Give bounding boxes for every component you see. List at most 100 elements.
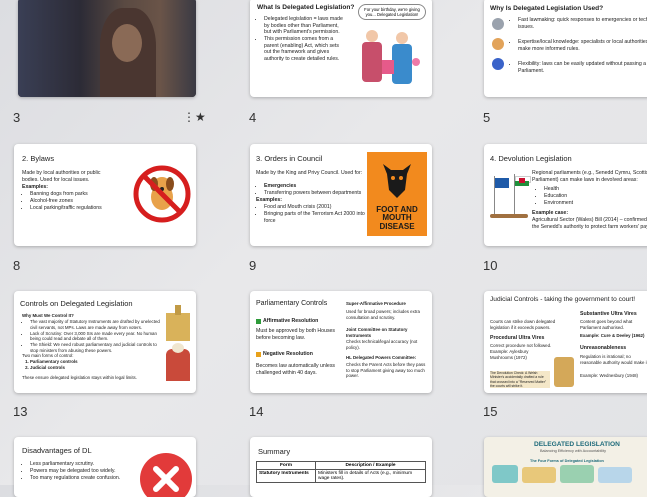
- slide-8-title: 2. Bylaws: [22, 154, 55, 163]
- slide-5-bullet: Expertise/local knowledge: specialists o…: [518, 39, 647, 52]
- slide-13-bullet: Lack of Scrutiny: Over 3,000 SIs are mad…: [30, 331, 162, 342]
- slide-15-proc-ex: Example: Aylesbury Mushrooms (1972): [490, 349, 529, 360]
- slide-14-neg-text: Becomes law automatically unless challen…: [256, 363, 336, 376]
- slide-info-forms: The Four Forms of Delegated Legislation: [530, 459, 604, 463]
- slide-3-star-icon[interactable]: ⋮★: [183, 110, 206, 124]
- slide-8-bullet: Alcohol-free zones: [30, 198, 122, 205]
- slide-13-footer: These ensure delegated legislation stays…: [22, 375, 137, 380]
- slide-14-title: Parliamentary Controls: [256, 300, 328, 307]
- infographic-icons: [492, 465, 647, 489]
- slide-number-5: 5: [483, 110, 491, 125]
- slide-14-aff: Affirmative Resolution: [263, 318, 319, 324]
- slide-10-case-label: Example case:: [532, 210, 569, 216]
- slide-14-aff-text: Must be approved by both Houses before b…: [256, 328, 336, 341]
- slide-thumb-4[interactable]: What Is Delegated Legislation? Delegated…: [250, 0, 432, 97]
- summary-header: Description / Example: [315, 461, 426, 470]
- slide-thumb-3[interactable]: [18, 0, 196, 97]
- slide-9-examples: Food and Mouth crisis (2001) Bringing pa…: [256, 204, 368, 225]
- slide-15-sub: Substantive Ultra Vires: [580, 311, 637, 317]
- slide-number-3: 3: [13, 110, 21, 125]
- slide-number-14: 14: [249, 404, 264, 419]
- check-icon: [256, 319, 261, 324]
- slide-4-title: What Is Delegated Legislation?: [257, 4, 355, 11]
- slide-disadv-bullet: Less parliamentary scrutiny.: [30, 461, 142, 468]
- slide-15-unr-ex: Example: Wednesbury (1948): [580, 373, 639, 378]
- slide-15-title: Judicial Controls - taking the governmen…: [490, 296, 636, 303]
- slide-14-joint-text: Checks technical/legal accuracy (not pol…: [346, 339, 418, 350]
- slide-5-bullets: Fast lawmaking: quick responses to emerg…: [510, 17, 647, 75]
- slide-thumb-10[interactable]: 4. Devolution Legislation Regional parli…: [484, 144, 647, 246]
- slide-15-sub-ex: Example: Cure & Deeley (1962): [580, 333, 645, 338]
- slide-8-bullet: Local parking/traffic regulations: [30, 205, 122, 212]
- slide-9-examples-label: Examples:: [256, 197, 282, 203]
- slide-14-super: Super-Affirmative Procedure: [346, 301, 406, 306]
- judge-illustration-icon: [554, 357, 574, 387]
- slide-info-sub: Balancing Efficiency with Accountability: [540, 449, 606, 453]
- slide-9-example: Bringing parts of the Terrorism Act 2000…: [264, 211, 368, 224]
- slide-14-neg: Negative Resolution: [263, 351, 313, 357]
- slide-13-form: Parliamentary controls: [30, 359, 78, 365]
- slide-5-title: Why Is Delegated Legislation Used?: [490, 5, 604, 12]
- slide-13-title: Controls on Delegated Legislation: [20, 299, 133, 308]
- slide-number-8: 8: [13, 258, 21, 273]
- brain-icon: [492, 18, 504, 30]
- slide-thumb-summary[interactable]: Summary Form Description / Example Statu…: [250, 437, 432, 497]
- foot-and-mouth-poster: FOOT AND MOUTH DISEASE: [367, 152, 427, 236]
- slide-thumb-15[interactable]: Judicial Controls - taking the governmen…: [484, 291, 647, 393]
- slide-15-unr-text: Regulation is irrational; no reasonable …: [580, 354, 647, 365]
- warning-icon: [256, 352, 261, 357]
- slide-summary-title: Summary: [258, 447, 291, 456]
- slide-number-13: 13: [13, 404, 28, 419]
- no-dogs-icon: [133, 165, 191, 223]
- cow-skull-icon: [383, 164, 411, 198]
- slide-4-bullet: Delegated legislation = laws made by bod…: [264, 16, 344, 36]
- slide-thumb-14[interactable]: Parliamentary Controls Affirmative Resol…: [250, 291, 432, 393]
- slide-10-bullet: Health: [544, 186, 636, 193]
- slide-thumb-5[interactable]: Why Is Delegated Legislation Used? Fast …: [484, 0, 647, 97]
- slide-number-9: 9: [249, 258, 257, 273]
- summary-cell: Statutory Instruments: [256, 469, 316, 483]
- slide-15-proc-text: Correct procedure not followed.: [490, 343, 552, 348]
- slide-14-hl-text: Checks the Parent Acts before they pass …: [346, 362, 426, 378]
- slide-4-bullets: Delegated legislation = laws made by bod…: [256, 16, 344, 63]
- slide-5-bullet: Fast lawmaking: quick responses to emerg…: [518, 17, 647, 30]
- slide-thumb-8[interactable]: 2. Bylaws Made by local authorities or p…: [14, 144, 196, 246]
- slide-13-forms: Parliamentary controls Judicial controls: [22, 359, 78, 371]
- slide-thumb-13[interactable]: Controls on Delegated Legislation Why Mu…: [14, 291, 196, 393]
- slide-13-bullets: The vast majority of Statutory Instrumen…: [22, 319, 162, 354]
- slide-thumb-infographic[interactable]: DELEGATED LEGISLATION Balancing Efficien…: [484, 437, 647, 497]
- slide-5-bullet: Flexibility: laws can be easily updated …: [518, 61, 647, 74]
- slide-14-super-text: Used for broad powers; includes extra co…: [346, 309, 420, 320]
- slide-disadv-title: Disadvantages of DL: [22, 446, 92, 455]
- slide-13-bullet: The vast majority of Statutory Instrumen…: [30, 319, 162, 330]
- slide-number-4: 4: [249, 110, 257, 125]
- slide-info-title: DELEGATED LEGISLATION: [534, 441, 620, 448]
- slide-number-15: 15: [483, 404, 498, 419]
- slide-disadv-bullets: Less parliamentary scrutiny. Powers may …: [22, 461, 142, 482]
- slide-10-title: 4. Devolution Legislation: [490, 154, 572, 163]
- parliament-icon: [166, 305, 190, 341]
- slide-10-bullets: Health Education Environment: [536, 186, 636, 207]
- slide-8-bullet: Banning dogs from parks: [30, 191, 122, 198]
- summary-header: Form: [256, 461, 316, 470]
- x-mark-icon: [140, 453, 192, 497]
- expert-icon: [492, 38, 504, 50]
- slide-9-intro: Made by the King and Privy Council. Used…: [256, 170, 363, 176]
- summary-table: Form Description / Example Statutory Ins…: [256, 461, 426, 483]
- slide-10-case: Agricultural Sector (Wales) Bill (2014) …: [532, 217, 647, 230]
- slide-8-examples-label: Examples:: [22, 184, 48, 190]
- slide-13-form: Judicial controls: [30, 365, 78, 371]
- slide-disadv-bullet: Powers may be delegated too widely.: [30, 468, 142, 475]
- slide-thumb-disadvantages[interactable]: Disadvantages of DL Less parliamentary s…: [14, 437, 196, 497]
- summary-cell: Ministers fill in details of Acts (e.g.,…: [315, 469, 426, 483]
- slide-15-sub-text: Content goes beyond what Parliament auth…: [580, 319, 633, 330]
- slide-15-proc: Procedural Ultra Vires: [490, 335, 545, 341]
- slide-9-used-item: Transferring powers between departments: [264, 190, 368, 197]
- flags-icon: [490, 174, 531, 218]
- flexibility-icon: [492, 58, 504, 70]
- slide-8-bullets: Banning dogs from parks Alcohol-free zon…: [22, 191, 122, 212]
- slide-10-bullet: Education: [544, 193, 636, 200]
- slide-8-intro: Made by local authorities or public bodi…: [22, 170, 101, 183]
- slide-thumb-9[interactable]: 3. Orders in Council Made by the King an…: [250, 144, 432, 246]
- family-illustration: [360, 30, 424, 92]
